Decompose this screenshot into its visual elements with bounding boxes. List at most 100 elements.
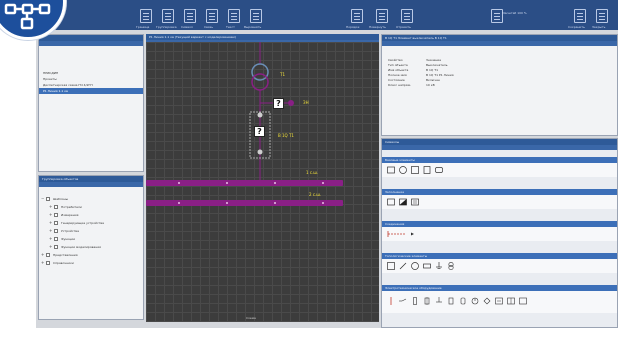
fill-empty-icon[interactable] [387, 198, 395, 206]
align-icon[interactable] [250, 9, 262, 23]
box-topology-icon[interactable] [423, 262, 431, 270]
bus-node [226, 182, 228, 184]
disconnector-icon[interactable]: ? [273, 98, 284, 109]
border-icon[interactable] [140, 9, 152, 23]
square-symbol-icon[interactable] [411, 166, 419, 174]
tree-item[interactable]: + Измерения [39, 211, 143, 219]
expand-icon[interactable]: + [49, 219, 52, 227]
rotate-icon[interactable] [376, 9, 388, 23]
checkbox[interactable] [54, 245, 58, 249]
canvas-footer: Схема [246, 316, 256, 320]
connector-icon[interactable] [387, 230, 419, 238]
order-icon[interactable] [351, 9, 363, 23]
diagram-canvas[interactable]: ? ? Т1 ЗН В 1Q Т1 1 с.ш. 2 с.ш. Схема [146, 42, 379, 322]
ground-icon[interactable] [435, 262, 443, 270]
symbol-row [382, 291, 617, 313]
cell-icon[interactable] [519, 297, 527, 305]
list-item-selected[interactable]: Р1 Линия 1.1 кв [39, 88, 143, 94]
close-label: Закрыть [592, 25, 606, 29]
app-window: Граница Группировка Символ Связь Текст В… [0, 0, 618, 338]
mirror-icon[interactable] [401, 9, 413, 23]
circle-symbol-icon[interactable] [399, 166, 407, 174]
earth-switch-icon[interactable] [288, 100, 294, 106]
checkbox[interactable] [54, 229, 58, 233]
checkbox[interactable] [54, 221, 58, 225]
text-icon[interactable] [228, 9, 240, 23]
expand-icon[interactable]: + [49, 211, 52, 219]
tree-item[interactable]: + Устройства [39, 227, 143, 235]
checkbox[interactable] [46, 197, 50, 201]
tree-item[interactable]: + Справочники [39, 259, 143, 267]
text-box-symbol-icon[interactable] [423, 166, 431, 174]
arrester-icon[interactable] [483, 297, 491, 305]
tree-item-label: Генерирующие устройства [61, 221, 104, 225]
save-icon[interactable] [574, 9, 586, 23]
transformer-winding-icon[interactable] [251, 73, 269, 91]
load-switch-icon[interactable] [459, 297, 467, 305]
library-section: Топологические элементы [382, 253, 617, 273]
ribbon-label: Связь [204, 25, 214, 29]
property-row[interactable]: Класс напряж. 10 кВ [382, 83, 617, 88]
expand-icon[interactable]: + [49, 203, 52, 211]
checkbox[interactable] [54, 205, 58, 209]
tree-item[interactable]: − Шаблоны [39, 195, 143, 203]
transformer-winding-icon[interactable] [251, 63, 269, 81]
rounded-rect-symbol-icon[interactable] [435, 166, 443, 174]
reactor-icon[interactable] [471, 297, 479, 305]
library-section: Базовые элементы [382, 157, 617, 177]
switch-icon[interactable] [399, 297, 407, 305]
node-icon [257, 149, 263, 155]
app-logo [0, 0, 66, 40]
wire-icon[interactable] [387, 297, 395, 305]
expand-icon[interactable]: + [49, 227, 52, 235]
library-section: Электротехническое оборудование [382, 285, 617, 313]
collapse-icon[interactable]: − [41, 195, 44, 203]
disconnector-symbol-icon[interactable] [447, 297, 455, 305]
save-label: Сохранить [568, 25, 585, 29]
checkbox[interactable] [54, 237, 58, 241]
properties-panel: В 1Q Т1 Элемент выключатель В 1Q Т1 Свой… [381, 34, 618, 136]
symbol-icon[interactable] [184, 9, 196, 23]
fill-pattern-icon[interactable] [411, 198, 419, 206]
checkbox[interactable] [46, 253, 50, 257]
expand-icon[interactable]: + [41, 259, 44, 267]
expand-icon[interactable]: + [49, 235, 52, 243]
checkbox[interactable] [46, 261, 50, 265]
ribbon-label: Порядок [346, 25, 360, 29]
tree-item[interactable]: + Функции [39, 235, 143, 243]
expand-icon[interactable]: + [41, 251, 44, 259]
tree-item[interactable]: + Генерирующие устройства [39, 219, 143, 227]
busbar-label: 2 с.ш. [309, 192, 322, 197]
busbar-1[interactable] [146, 180, 343, 186]
fill-half-icon[interactable] [399, 198, 407, 206]
busbar-2[interactable] [146, 200, 343, 206]
tree-item-label: Функции [61, 237, 76, 241]
line-topology-icon[interactable] [399, 262, 407, 270]
panel-icon[interactable] [507, 297, 515, 305]
tree-item[interactable]: + Потребители [39, 203, 143, 211]
zoom-label: Масштаб 100 % [502, 11, 527, 15]
close-icon[interactable] [596, 9, 608, 23]
breaker-icon[interactable]: ? [254, 126, 265, 137]
rect-symbol-icon[interactable] [387, 166, 395, 174]
checkbox[interactable] [54, 213, 58, 217]
grouping-panel: Группировка объектов − Шаблоны + Потребите… [38, 175, 144, 320]
rectangle-topology-icon[interactable] [387, 262, 395, 270]
grounding-icon[interactable] [435, 297, 443, 305]
busbar-label: 1 с.ш. [306, 170, 319, 175]
ribbon-toolbar: Граница Группировка Символ Связь Текст В… [36, 0, 618, 30]
tree-item[interactable]: + Функции моделирования [39, 243, 143, 251]
breaker-symbol-icon[interactable] [423, 297, 431, 305]
ribbon-label: Текст [226, 25, 235, 29]
tree-item[interactable]: + Представления [39, 251, 143, 259]
group-icon[interactable] [162, 9, 174, 23]
connection-icon[interactable] [206, 9, 218, 23]
transformer-icon[interactable] [447, 262, 455, 270]
fuse-icon[interactable] [411, 297, 419, 305]
panel-toolbar [382, 41, 617, 46]
meter-icon[interactable] [495, 297, 503, 305]
ribbon-label: Повернуть [369, 25, 386, 29]
expand-icon[interactable]: + [49, 243, 52, 251]
circle-topology-icon[interactable] [411, 262, 419, 270]
earth-switch-label: ЗН [303, 100, 309, 105]
